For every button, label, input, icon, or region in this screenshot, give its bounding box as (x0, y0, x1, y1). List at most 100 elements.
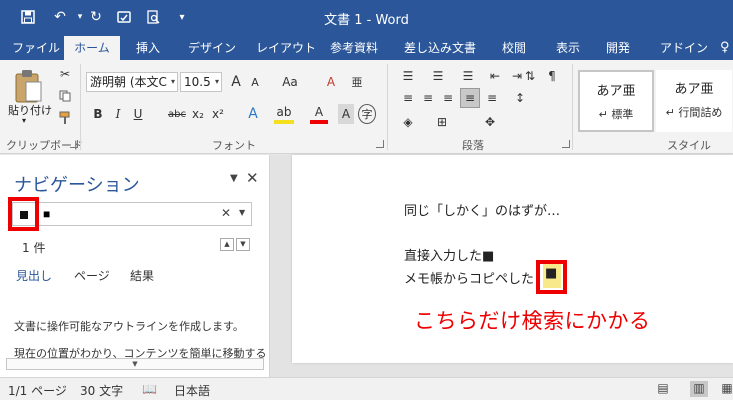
font-size-select[interactable]: 10.5 ▾ (180, 72, 222, 92)
language-status[interactable]: 日本語 (174, 382, 210, 399)
tab-design[interactable]: デザイン (182, 36, 242, 60)
bold-button[interactable]: B (90, 104, 106, 124)
result-count: 1 件 (22, 241, 46, 255)
sort-icon[interactable]: ⇅ (520, 66, 540, 86)
underline-button[interactable]: U (130, 104, 146, 124)
chevron-down-icon: ▾ (170, 77, 175, 86)
navigation-pane: ナビゲーション ▼ ✕ ✕ ▼ 1 件 ▲ ▼ 見出し ページ 結果 文書に操作… (0, 155, 270, 377)
show-marks-icon[interactable]: ¶ (542, 66, 562, 86)
page-count[interactable]: 1/1 ページ (8, 382, 67, 399)
paste-dropdown-icon[interactable]: ▾ (22, 116, 26, 125)
strikethrough-button[interactable]: abc (166, 104, 188, 124)
justify-icon[interactable]: ≡ (460, 88, 480, 108)
phonetic-guide-icon[interactable]: 亜 (346, 72, 368, 92)
close-icon[interactable]: ✕ (246, 169, 259, 187)
document-line: 直接入力した■ (404, 249, 495, 264)
document-line: 同じ「しかく」のはずが… (404, 204, 561, 219)
next-result-button[interactable]: ▼ (236, 238, 250, 251)
cut-icon[interactable]: ✂ (56, 64, 74, 84)
annotation-text: こちらだけ検索にかかる (414, 309, 651, 333)
highlight-box (8, 197, 39, 231)
style-name: ↵ 行間詰め (665, 106, 723, 119)
paste-button[interactable]: 貼り付け (8, 102, 52, 118)
font-name-value: 游明朝 (本文C (90, 75, 167, 89)
tab-mailings[interactable]: 差し込み文書 (398, 36, 482, 60)
tab-pages[interactable]: ページ (74, 267, 110, 284)
character-shading-button[interactable]: A (338, 104, 354, 124)
grow-font-button[interactable]: A (227, 72, 245, 92)
tell-me-icon[interactable]: ♀ (714, 36, 733, 60)
print-layout-icon[interactable]: ▥ (690, 381, 708, 397)
change-case-button[interactable]: Aa (278, 72, 302, 92)
format-painter-icon[interactable] (56, 108, 74, 128)
clear-search-icon[interactable]: ✕ (221, 206, 231, 220)
font-size-value: 10.5 (184, 75, 211, 89)
chevron-down-icon: ▾ (214, 77, 219, 86)
asian-layout-icon[interactable]: ✥ (480, 112, 500, 132)
separator (80, 64, 81, 150)
copy-icon[interactable] (56, 86, 74, 106)
tab-view[interactable]: 表示 (550, 36, 586, 60)
tab-results[interactable]: 結果 (130, 267, 154, 284)
tab-insert[interactable]: 挿入 (130, 36, 166, 60)
web-layout-icon[interactable]: ▦ (718, 381, 733, 397)
tab-layout[interactable]: レイアウト (250, 36, 322, 60)
align-right-icon[interactable]: ≡ (438, 88, 458, 108)
align-center-icon[interactable]: ≡ (418, 88, 438, 108)
enclose-characters-button[interactable]: 字 (358, 104, 376, 124)
proofing-icon[interactable]: 📖 (142, 382, 157, 396)
clipboard-launcher-icon[interactable] (70, 140, 78, 148)
tab-references[interactable]: 参考資料 (324, 36, 384, 60)
status-bar: 1/1 ページ 30 文字 📖 日本語 ▤ ▥ ▦ (0, 377, 733, 400)
chevron-down-icon[interactable]: ▼ (230, 173, 238, 184)
previous-result-button[interactable]: ▲ (220, 238, 234, 251)
text-effects-button[interactable]: A (244, 104, 262, 124)
italic-button[interactable]: I (110, 104, 126, 124)
black-square-glyph (20, 211, 28, 219)
nav-search-box[interactable]: ✕ ▼ (12, 202, 252, 226)
ribbon-tabs: ファイル ホーム 挿入 デザイン レイアウト 参考資料 差し込み文書 校閲 表示… (0, 36, 733, 60)
paragraph-launcher-icon[interactable] (562, 140, 570, 148)
highlight-button[interactable]: ab (274, 104, 294, 124)
multilevel-list-icon[interactable]: ☰ (458, 66, 478, 86)
highlighted-character: ■ (545, 266, 558, 281)
font-launcher-icon[interactable] (376, 140, 384, 148)
tab-developer[interactable]: 開発 (600, 36, 636, 60)
font-color-button[interactable]: A (310, 104, 328, 124)
decrease-indent-icon[interactable]: ⇤ (486, 66, 504, 86)
tab-file[interactable]: ファイル (6, 36, 66, 60)
tab-headings[interactable]: 見出し (16, 267, 52, 284)
search-options-icon[interactable]: ▼ (239, 208, 245, 217)
superscript-button[interactable]: x² (210, 104, 226, 124)
nav-title: ナビゲーション (14, 175, 140, 196)
styles-group-label: スタイル (667, 139, 711, 152)
borders-icon[interactable]: ⊞ (432, 112, 452, 132)
paste-icon[interactable] (10, 66, 46, 106)
style-name: ↵ 標準 (598, 108, 634, 121)
bullets-icon[interactable]: ☰ (398, 66, 418, 86)
subscript-button[interactable]: x₂ (190, 104, 206, 124)
align-left-icon[interactable]: ≡ (398, 88, 418, 108)
window-title: 文書 1 - Word (324, 13, 409, 28)
line-spacing-icon[interactable]: ↕ (510, 88, 530, 108)
shrink-font-button[interactable]: A (247, 72, 263, 92)
distributed-icon[interactable]: ≡ (482, 88, 502, 108)
separator (572, 64, 573, 150)
ribbon: 貼り付け ▾ ✂ クリップボード 游明朝 (本文C ▾ 10.5 ▾ A A A… (0, 60, 733, 154)
tab-review[interactable]: 校閲 (496, 36, 532, 60)
shading-icon[interactable]: ◈ (398, 112, 418, 132)
clear-formatting-button[interactable]: A (322, 72, 340, 92)
separator (387, 64, 388, 150)
style-no-spacing[interactable]: あア亜 ↵ 行間詰め (656, 70, 732, 132)
tab-home[interactable]: ホーム (64, 36, 120, 60)
search-input[interactable] (43, 205, 213, 223)
paragraph-group-label: 段落 (462, 139, 484, 152)
read-mode-icon[interactable]: ▤ (654, 381, 672, 397)
horizontal-scrollbar[interactable]: ▼ (6, 358, 264, 370)
tab-addins[interactable]: アドイン (654, 36, 714, 60)
font-name-select[interactable]: 游明朝 (本文C ▾ (86, 72, 178, 92)
style-normal[interactable]: あア亜 ↵ 標準 (578, 70, 654, 132)
numbering-icon[interactable]: ☰ (428, 66, 448, 86)
nav-info-text: 文書に操作可能なアウトラインを作成します。 (14, 320, 244, 333)
word-count[interactable]: 30 文字 (80, 382, 123, 399)
